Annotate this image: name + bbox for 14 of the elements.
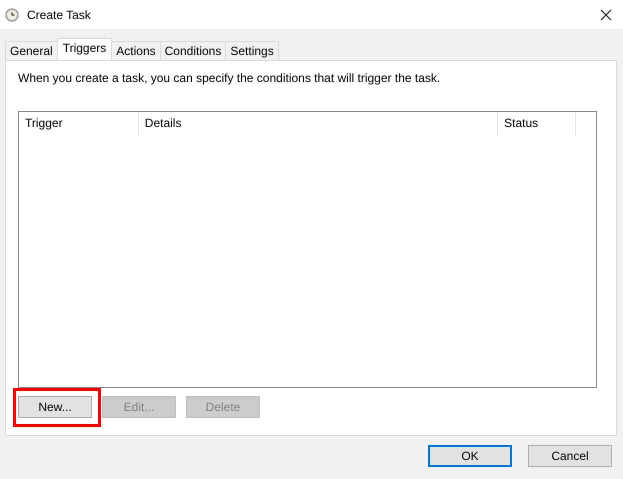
column-header[interactable]: Details <box>138 112 498 136</box>
list-button[interactable]: New... <box>18 396 92 418</box>
dialog-button[interactable]: OK <box>428 445 512 467</box>
column-header[interactable]: Status <box>498 112 576 136</box>
window-title: Create Task <box>27 8 91 22</box>
trigger-list[interactable]: Trigger Details Status <box>18 111 597 388</box>
clock-icon <box>5 8 19 22</box>
close-icon[interactable] <box>600 8 612 20</box>
dialog-button[interactable]: Cancel <box>528 445 612 467</box>
column-header[interactable]: Trigger <box>19 112 139 136</box>
tab[interactable]: General <box>5 41 58 60</box>
tab[interactable]: Settings <box>225 41 279 60</box>
tab[interactable]: Triggers <box>56 38 112 60</box>
description-text: When you create a task, you can specify the conditions that will trigger the task. <box>18 71 442 85</box>
